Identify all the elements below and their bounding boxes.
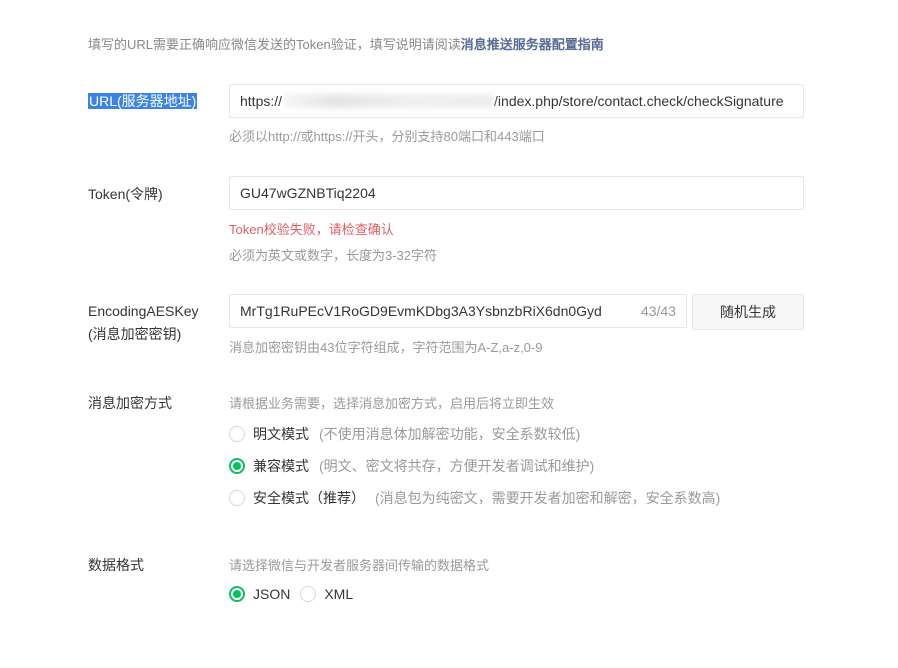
url-label: URL(服务器地址) bbox=[88, 91, 198, 111]
radio-json[interactable]: JSON bbox=[229, 586, 290, 602]
token-input[interactable]: GU47wGZNBTiq2204 bbox=[229, 176, 804, 210]
radio-secure-desc: (消息包为纯密文，需要开发者加密和解密，安全系数高) bbox=[375, 490, 721, 506]
random-generate-button[interactable]: 随机生成 bbox=[692, 294, 804, 330]
radio-plaintext-desc: (不使用消息体加解密功能，安全系数较低) bbox=[319, 426, 581, 442]
url-value-prefix: https:// bbox=[240, 93, 283, 109]
radio-checked-icon[interactable] bbox=[229, 458, 245, 474]
config-guide-link[interactable]: 消息推送服务器配置指南 bbox=[461, 37, 604, 52]
aes-value: MrTg1RuPEcV1RoGD9EvmKDbg3A3YsbnzbRiX6dn0… bbox=[240, 303, 602, 319]
radio-json-label: JSON bbox=[253, 586, 291, 602]
token-label: Token(令牌) bbox=[88, 186, 163, 202]
radio-circle-icon[interactable] bbox=[229, 426, 245, 442]
token-error: Token校验失败，请检查确认 bbox=[229, 222, 394, 237]
radio-secure-mode[interactable]: 安全模式（推荐） (消息包为纯密文，需要开发者加密和解密，安全系数高) bbox=[229, 488, 720, 508]
radio-secure-label: 安全模式（推荐） bbox=[253, 490, 365, 506]
format-hint: 请选择微信与开发者服务器间传输的数据格式 bbox=[229, 558, 490, 573]
radio-compatible-label: 兼容模式 bbox=[253, 458, 309, 474]
token-value: GU47wGZNBTiq2204 bbox=[240, 185, 376, 201]
format-label: 数据格式 bbox=[88, 557, 144, 573]
url-value-suffix: /index.php/store/contact.check/checkSign… bbox=[494, 93, 784, 109]
radio-plaintext-mode[interactable]: 明文模式 (不使用消息体加解密功能，安全系数较低) bbox=[229, 424, 580, 444]
radio-circle-icon[interactable] bbox=[300, 586, 317, 602]
aes-label: EncodingAESKey (消息加密密钥) bbox=[88, 301, 199, 344]
radio-checked-icon[interactable] bbox=[229, 586, 245, 602]
token-hint: 必须为英文或数字，长度为3-32字符 bbox=[229, 248, 438, 263]
url-redacted-blur bbox=[284, 94, 495, 108]
radio-compatible-mode[interactable]: 兼容模式 (明文、密文将共存，方便开发者调试和维护) bbox=[229, 456, 594, 476]
url-label-text: URL(服务器地址) bbox=[88, 93, 198, 109]
radio-xml[interactable]: XML bbox=[300, 586, 353, 602]
intro-text: 填写的URL需要正确响应微信发送的Token验证，填写说明请阅读消息推送服务器配… bbox=[88, 34, 604, 53]
intro-description: 填写的URL需要正确响应微信发送的Token验证，填写说明请阅读 bbox=[88, 37, 461, 52]
encryption-hint: 请根据业务需要，选择消息加密方式，启用后将立即生效 bbox=[229, 396, 555, 411]
radio-xml-label: XML bbox=[324, 586, 354, 602]
encryption-label: 消息加密方式 bbox=[88, 395, 172, 411]
radio-compatible-desc: (明文、密文将共存，方便开发者调试和维护) bbox=[319, 458, 595, 474]
url-hint: 必须以http://或https://开头，分别支持80端口和443端口 bbox=[229, 129, 545, 144]
aes-label-line2: (消息加密密钥) bbox=[88, 326, 182, 342]
format-radio-group: JSON XML bbox=[229, 586, 363, 602]
aes-input[interactable]: MrTg1RuPEcV1RoGD9EvmKDbg3A3YsbnzbRiX6dn0… bbox=[229, 294, 687, 328]
radio-circle-icon[interactable] bbox=[229, 490, 245, 506]
aes-label-line1: EncodingAESKey bbox=[88, 303, 199, 319]
aes-hint: 消息加密密钥由43位字符组成，字符范围为A-Z,a-z,0-9 bbox=[229, 340, 543, 355]
aes-counter: 43/43 bbox=[640, 303, 676, 319]
url-input[interactable]: https:// /index.php/store/contact.check/c… bbox=[229, 84, 804, 118]
radio-plaintext-label: 明文模式 bbox=[253, 426, 309, 442]
